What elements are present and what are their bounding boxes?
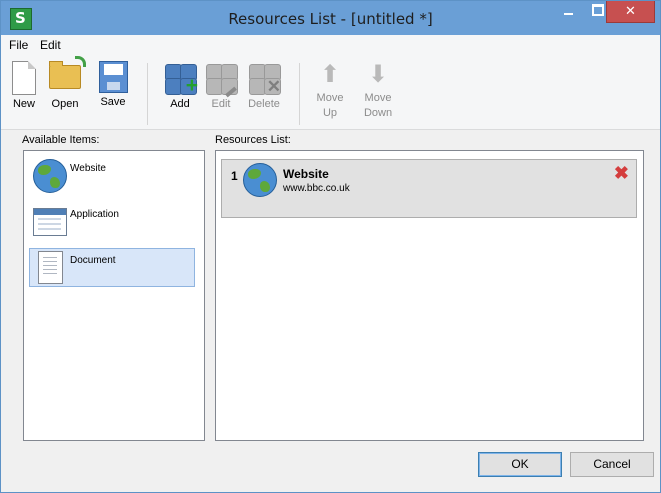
maximize-icon — [592, 4, 604, 16]
add-button[interactable]: + Add — [161, 61, 199, 112]
available-item-website[interactable]: Website — [29, 156, 195, 195]
minimize-icon — [563, 13, 573, 15]
available-item-application[interactable]: Application — [29, 202, 195, 241]
new-document-icon — [12, 61, 36, 95]
move-down-button[interactable]: ⬇ Move Down — [358, 61, 398, 121]
add-label: Add — [170, 98, 190, 110]
open-button[interactable]: Open — [46, 56, 86, 112]
edit-label: Edit — [211, 98, 231, 110]
arrow-up-icon: ⬆ — [319, 61, 341, 88]
toolbar-separator — [299, 63, 300, 125]
move-up-label: Move Up — [316, 92, 344, 119]
resources-list-window: S Resources List - [untitled *] ✕ File E… — [0, 0, 661, 493]
resources-list[interactable]: 1 Website www.bbc.co.uk ✖ — [215, 150, 644, 441]
available-item-label: Document — [70, 255, 116, 266]
toolbar: New Open Save + Add Edit ✕ Delete ⬆ Move… — [1, 55, 660, 130]
globe-icon — [243, 163, 277, 197]
resource-url: www.bbc.co.uk — [283, 183, 350, 194]
save-label: Save — [100, 96, 126, 108]
resource-index: 1 — [231, 169, 238, 183]
save-floppy-icon — [98, 61, 128, 93]
ok-button[interactable]: OK — [478, 452, 562, 477]
close-button[interactable]: ✕ — [606, 1, 655, 23]
available-item-label: Application — [70, 209, 119, 220]
close-icon: ✕ — [625, 3, 636, 18]
arrow-down-icon: ⬇ — [367, 61, 389, 88]
remove-item-icon[interactable]: ✖ — [614, 164, 629, 182]
move-down-label: Move Down — [363, 92, 393, 119]
edit-puzzle-icon — [204, 61, 238, 98]
document-icon — [38, 251, 63, 284]
delete-button[interactable]: ✕ Delete — [242, 61, 286, 112]
delete-label: Delete — [248, 98, 280, 110]
resources-list-label: Resources List: — [215, 134, 291, 146]
available-items-label: Available Items: — [22, 134, 100, 146]
menu-bar: File Edit — [1, 35, 660, 55]
available-item-label: Website — [70, 163, 106, 174]
open-label: Open — [51, 98, 79, 110]
open-folder-icon — [49, 56, 86, 89]
available-item-document[interactable]: Document — [29, 248, 195, 287]
resource-item[interactable]: 1 Website www.bbc.co.uk ✖ — [221, 159, 637, 218]
globe-icon — [33, 159, 67, 193]
menu-file[interactable]: File — [9, 38, 28, 52]
title-bar[interactable]: S Resources List - [untitled *] ✕ — [1, 1, 660, 35]
new-button[interactable]: New — [9, 61, 39, 112]
move-up-button[interactable]: ⬆ Move Up — [313, 61, 347, 121]
delete-puzzle-icon: ✕ — [247, 61, 281, 95]
menu-edit[interactable]: Edit — [40, 38, 61, 52]
toolbar-separator — [147, 63, 148, 125]
new-label: New — [12, 98, 35, 110]
add-puzzle-icon: + — [163, 61, 198, 96]
save-button[interactable]: Save — [96, 61, 130, 110]
resource-title: Website — [283, 167, 329, 181]
cancel-button[interactable]: Cancel — [570, 452, 654, 477]
minimize-button[interactable] — [555, 1, 581, 22]
edit-button[interactable]: Edit — [202, 61, 240, 112]
available-items-list[interactable]: Website Application Document — [23, 150, 205, 441]
application-window-icon — [33, 208, 67, 236]
